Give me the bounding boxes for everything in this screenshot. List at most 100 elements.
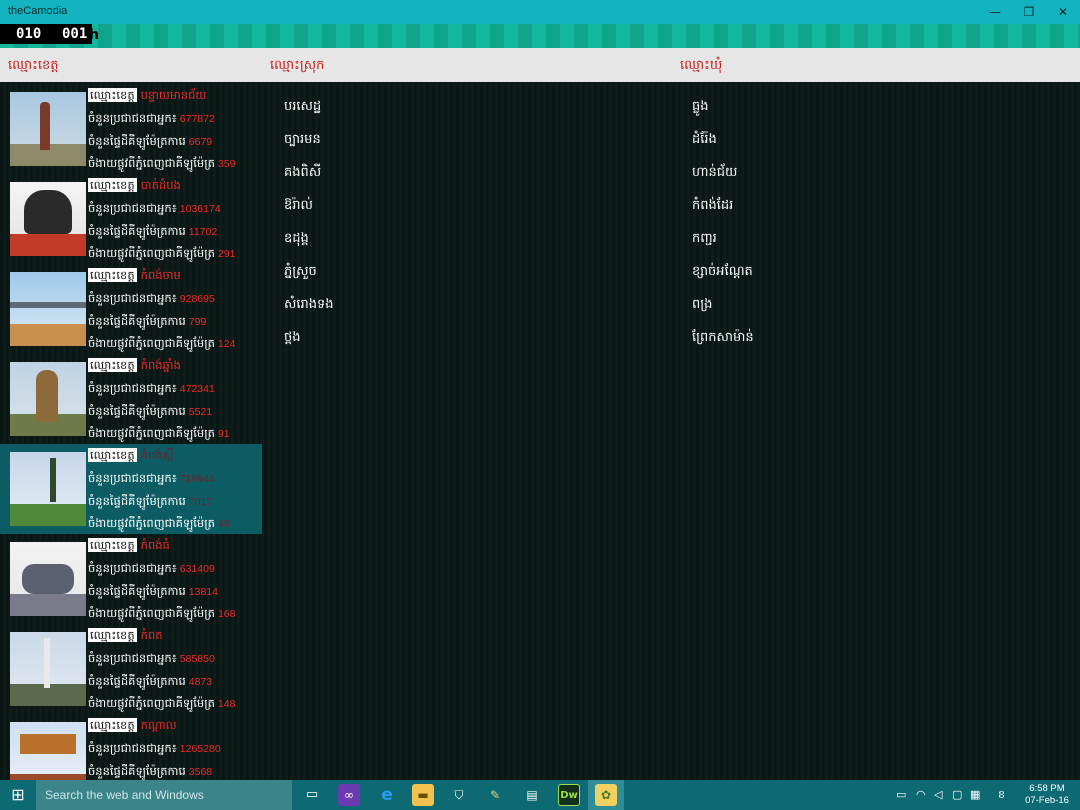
population-value: 928695 xyxy=(179,293,215,305)
movies-icon[interactable]: ▤ xyxy=(521,784,543,806)
volume-icon[interactable]: ◁ xyxy=(934,788,942,801)
clock-hours: 010 xyxy=(16,26,42,42)
windows-start-icon[interactable]: ⊞ xyxy=(0,780,36,810)
photo-ground xyxy=(10,323,86,346)
visual-studio-icon[interactable]: ∞ xyxy=(338,784,360,806)
distance-label: ចំងាយផ្លូវពីភ្នំពេញជាគីឡូម៉ែត្រ xyxy=(88,606,215,620)
commune-item[interactable]: កំពង់ដែរ xyxy=(692,197,733,216)
province-row[interactable]: ឈ្មោះខេត្ត កណ្ដាល ចំនួនប្រជាជនជាអ្នក៖ 1265… xyxy=(0,714,262,780)
photo-subject xyxy=(50,458,56,502)
area-label: ចំនួនផ្ទៃដីគីឡូម៉ែត្រការេ xyxy=(88,224,186,238)
maximize-button[interactable]: ❐ xyxy=(1012,0,1046,24)
file-explorer-icon[interactable]: ▬ xyxy=(412,784,434,806)
distance-value: 124 xyxy=(217,338,236,350)
commune-item[interactable]: ដំរ៉ែង xyxy=(692,131,717,150)
province-photo xyxy=(10,272,86,346)
area-line: ចំនួនផ្ទៃដីគីឡូម៉ែត្រការេ 6679 xyxy=(88,134,212,151)
population-line: ចំនួនប្រជាជនជាអ្នក៖ 716944 xyxy=(88,471,215,488)
district-item[interactable]: ឱរ៉ាល់ xyxy=(284,197,313,216)
district-item[interactable]: ឧដុង្គ xyxy=(284,230,309,249)
language-icon[interactable]: ខ xyxy=(998,788,1005,804)
province-photo xyxy=(10,632,86,706)
photo-ground xyxy=(10,233,86,256)
distance-value: 91 xyxy=(217,428,230,440)
area-value: 6679 xyxy=(188,136,213,148)
population-label: ចំនួនប្រជាជនជាអ្នក៖ xyxy=(88,561,177,575)
district-item[interactable]: ភ្នំស្រួច xyxy=(284,263,317,282)
wifi-icon[interactable]: ◠ xyxy=(916,788,926,801)
province-name-line: ឈ្មោះខេត្ត បាត់ដំបង xyxy=(88,178,181,195)
cambodia-app-icon[interactable]: ✿ xyxy=(595,784,617,806)
commune-item[interactable]: ខ្សាច់អណ្ដែត xyxy=(692,263,753,282)
minimize-button[interactable]: — xyxy=(978,0,1012,24)
digital-clock: 010 001 xyxy=(0,24,92,44)
area-label: ចំនួនផ្ទៃដីគីឡូម៉ែត្រការេ xyxy=(88,584,186,598)
district-item[interactable]: ច្បារមន xyxy=(284,131,321,150)
province-row[interactable]: ឈ្មោះខេត្ត បាត់ដំបង ចំនួនប្រជាជនជាអ្នក៖ 10… xyxy=(0,174,262,264)
population-label: ចំនួនប្រជាជនជាអ្នក៖ xyxy=(88,111,177,125)
taskbar-clock[interactable]: 6:58 PM 07-Feb-16 xyxy=(1020,783,1074,807)
dreamweaver-icon[interactable]: Dw xyxy=(558,784,580,806)
district-item[interactable]: គងពិសី xyxy=(284,164,321,183)
edge-browser-icon[interactable]: e xyxy=(376,784,398,806)
population-label: ចំនួនប្រជាជនជាអ្នក៖ xyxy=(88,381,177,395)
notification-icon[interactable]: ▢ xyxy=(952,788,962,801)
province-photo xyxy=(10,722,86,780)
population-value: 1265280 xyxy=(179,743,221,755)
province-name: បន្ទាយមានជ័យ xyxy=(140,88,207,102)
distance-line: ចំងាយផ្លូវពីភ្នំពេញជាគីឡូម៉ែត្រ 91 xyxy=(88,426,230,443)
commune-item[interactable]: ពង្រ xyxy=(692,296,712,315)
tools-icon[interactable]: ✎ xyxy=(484,784,506,806)
photo-subject xyxy=(20,734,76,754)
province-name-line: ឈ្មោះខេត្ត កំពង់ស្ពឺ xyxy=(88,448,174,465)
population-value: 585850 xyxy=(179,653,215,665)
main-content: ឈ្មោះខេត្ត បន្ទាយមានជ័យ ចំនួនប្រជាជនជាអ្ន… xyxy=(0,82,1080,780)
battery-icon[interactable]: ▭ xyxy=(896,788,906,801)
distance-label: ចំងាយផ្លូវពីភ្នំពេញជាគីឡូម៉ែត្រ xyxy=(88,696,215,710)
area-label: ចំនួនផ្ទៃដីគីឡូម៉ែត្រការេ xyxy=(88,494,186,508)
province-name-line: ឈ្មោះខេត្ត កំពង់ចាម xyxy=(88,268,181,285)
population-line: ចំនួនប្រជាជនជាអ្នក៖ 631409 xyxy=(88,561,215,578)
province-row[interactable]: ឈ្មោះខេត្ត កំពង់ចាម ចំនួនប្រជាជនជាអ្នក៖ 92… xyxy=(0,264,262,354)
district-column-header: ឈ្មោះស្រុក xyxy=(270,58,325,73)
district-item[interactable]: សំរោងទង xyxy=(284,296,334,315)
taskbar: ⊞ Search the web and Windows ▭ ∞ e ▬ ⛉ ✎… xyxy=(0,780,1080,810)
commune-item[interactable]: ធ្លូង xyxy=(692,98,709,117)
keyboard-icon[interactable]: ▦ xyxy=(970,788,980,801)
population-line: ចំនួនប្រជាជនជាអ្នក៖ 472341 xyxy=(88,381,215,398)
district-item[interactable]: ថ្ពង xyxy=(284,329,301,348)
area-line: ចំនួនផ្ទៃដីគីឡូម៉ែត្រការេ 3568 xyxy=(88,764,212,780)
commune-item[interactable]: ហាន់ជ័យ xyxy=(692,164,737,183)
commune-item[interactable]: កញ្ជរ xyxy=(692,230,717,249)
province-photo xyxy=(10,92,86,166)
province-row[interactable]: ឈ្មោះខេត្ត កំពង់ធំ ចំនួនប្រជាជនជាអ្នក៖ 631… xyxy=(0,534,262,624)
area-label: ចំនួនផ្ទៃដីគីឡូម៉ែត្រការេ xyxy=(88,314,186,328)
province-row[interactable]: ឈ្មោះខេត្ត កំពត ចំនួនប្រជាជនជាអ្នក៖ 585850… xyxy=(0,624,262,714)
population-value: 677872 xyxy=(179,113,215,125)
province-row[interactable]: ឈ្មោះខេត្ត កំពង់ឆ្នាំង ចំនួនប្រជាជនជាអ្នក… xyxy=(0,354,262,444)
distance-line: ចំងាយផ្លូវពីភ្នំពេញជាគីឡូម៉ែត្រ 124 xyxy=(88,336,236,353)
distance-value: 148 xyxy=(217,698,236,710)
area-line: ចំនួនផ្ទៃដីគីឡូម៉ែត្រការេ 11702 xyxy=(88,224,217,241)
name-label: ឈ្មោះខេត្ត xyxy=(88,178,137,192)
province-row[interactable]: ឈ្មោះខេត្ត បន្ទាយមានជ័យ ចំនួនប្រជាជនជាអ្ន… xyxy=(0,84,262,174)
commune-item[interactable]: ព្រែកសាម៉ាន់ xyxy=(692,329,754,348)
province-name: កណ្ដាល xyxy=(140,718,177,732)
photo-subject xyxy=(44,638,50,688)
population-line: ចំនួនប្រជាជនជាអ្នក៖ 585850 xyxy=(88,651,215,668)
header-strip: 010 001 h xyxy=(0,24,1080,48)
close-button[interactable]: ✕ xyxy=(1046,0,1080,24)
province-photo xyxy=(10,362,86,436)
province-row[interactable]: ឈ្មោះខេត្ត កំពង់ស្ពឺ ចំនួនប្រជាជនជាអ្នក៖ 7… xyxy=(0,444,262,534)
province-name-line: ឈ្មោះខេត្ត បន្ទាយមានជ័យ xyxy=(88,88,206,105)
area-value: 3568 xyxy=(188,766,213,778)
window-title: theCamodia xyxy=(8,5,68,17)
district-item[interactable]: បរសេដ្ឋ xyxy=(284,98,321,117)
photo-subject xyxy=(22,564,74,594)
taskbar-search-box[interactable]: Search the web and Windows xyxy=(36,780,292,810)
province-photo xyxy=(10,182,86,256)
province-list[interactable]: ឈ្មោះខេត្ត បន្ទាយមានជ័យ ចំនួនប្រជាជនជាអ្ន… xyxy=(0,82,262,780)
store-icon[interactable]: ⛉ xyxy=(448,784,470,806)
task-view-icon[interactable]: ▭ xyxy=(301,784,323,806)
province-column-header: ឈ្មោះខេត្ត xyxy=(8,58,59,73)
